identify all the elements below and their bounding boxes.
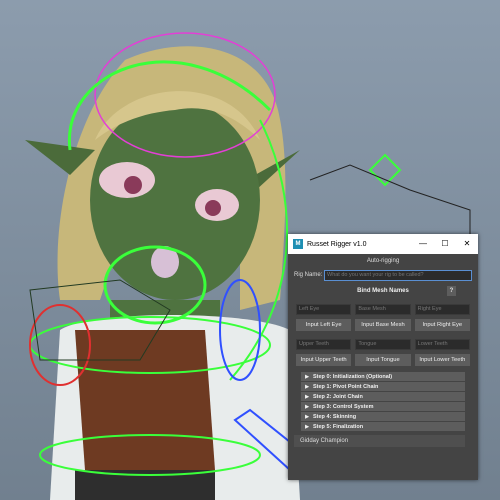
step-label: Step 3: Control System (313, 403, 374, 410)
base-mesh-field[interactable]: Base Mesh (355, 304, 411, 315)
step-label: Step 2: Joint Chain (313, 393, 363, 400)
expand-arrow-icon: ▶ (305, 383, 309, 390)
window-title: Russet Rigger v1.0 (307, 240, 367, 248)
input-base-mesh-button[interactable]: Input Base Mesh (355, 319, 411, 331)
expand-arrow-icon: ▶ (305, 393, 309, 400)
step-2-section[interactable]: ▶ Step 2: Joint Chain (301, 392, 465, 401)
russet-rigger-window[interactable]: M Russet Rigger v1.0 — ☐ ✕ Auto-rigging … (288, 234, 478, 480)
bind-mesh-names-heading: Bind Mesh Names (357, 288, 409, 294)
rig-name-input[interactable] (324, 269, 472, 281)
step-4-section[interactable]: ▶ Step 4: Skinning (301, 412, 465, 421)
step-0-section[interactable]: ▶ Step 0: Initialization (Optional) (301, 372, 465, 381)
step-label: Step 5: Finalization (313, 423, 364, 430)
step-3-section[interactable]: ▶ Step 3: Control System (301, 402, 465, 411)
input-tongue-button[interactable]: Input Tongue (355, 354, 411, 366)
input-upper-teeth-button[interactable]: Input Upper Teeth (296, 354, 352, 366)
step-5-section[interactable]: ▶ Step 5: Finalization (301, 422, 465, 431)
maya-app-icon: M (293, 239, 303, 249)
right-eye-field[interactable]: Right Eye (414, 304, 470, 315)
step-1-section[interactable]: ▶ Step 1: Pivot Point Chain (301, 382, 465, 391)
step-label: Step 1: Pivot Point Chain (313, 383, 379, 390)
step-label: Step 4: Skinning (313, 413, 357, 420)
auto-rigging-heading: Auto-rigging (366, 258, 400, 264)
window-titlebar[interactable]: M Russet Rigger v1.0 — ☐ ✕ (288, 234, 478, 254)
step-label: Step 0: Initialization (Optional) (313, 373, 393, 380)
upper-teeth-field[interactable]: Upper Teeth (296, 339, 352, 350)
maximize-button[interactable]: ☐ (434, 234, 456, 254)
input-right-eye-button[interactable]: Input Right Eye (414, 319, 470, 331)
close-button[interactable]: ✕ (456, 234, 478, 254)
expand-arrow-icon: ▶ (305, 423, 309, 430)
minimize-button[interactable]: — (412, 234, 434, 254)
rig-name-label: Rig Name: (294, 272, 323, 278)
expand-arrow-icon: ▶ (305, 413, 309, 420)
tongue-field[interactable]: Tongue (355, 339, 411, 350)
input-lower-teeth-button[interactable]: Input Lower Teeth (414, 354, 470, 366)
footer-status: Gidday Champion (294, 435, 465, 447)
expand-arrow-icon: ▶ (305, 373, 309, 380)
lower-teeth-field[interactable]: Lower Teeth (414, 339, 470, 350)
left-eye-field[interactable]: Left Eye (296, 304, 352, 315)
help-button[interactable]: ? (447, 286, 456, 296)
input-left-eye-button[interactable]: Input Left Eye (296, 319, 352, 331)
expand-arrow-icon: ▶ (305, 403, 309, 410)
